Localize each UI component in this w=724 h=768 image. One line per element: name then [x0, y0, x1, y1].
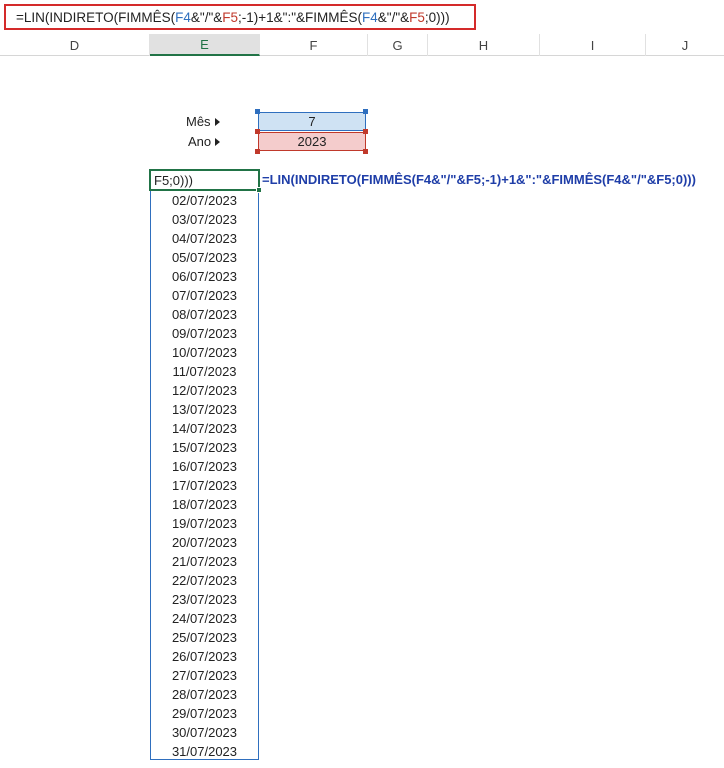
formula-ref-f4: F4: [175, 9, 191, 25]
date-cell[interactable]: 16/07/2023: [150, 457, 259, 476]
formula-part: &"/"&: [377, 9, 410, 25]
column-header-e[interactable]: E: [150, 34, 260, 56]
date-cell[interactable]: 15/07/2023: [150, 438, 259, 457]
date-cell[interactable]: 05/07/2023: [150, 248, 259, 267]
date-cell[interactable]: 23/07/2023: [150, 590, 259, 609]
column-header-d[interactable]: D: [0, 34, 150, 56]
formula-input[interactable]: =LIN(INDIRETO(FIMMÊS(F4 &"/"& F5 ;-1)+1&":"…: [4, 4, 476, 30]
year-label-text: Ano: [188, 134, 212, 149]
range-handle-icon[interactable]: [363, 129, 368, 134]
formula-part: =LIN(INDIRETO(FIMMÊS(: [16, 9, 176, 25]
date-cell[interactable]: 12/07/2023: [150, 381, 259, 400]
formula-annotation: =LIN(INDIRETO(FIMMÊS(F4&"/"&F5;-1)+1&":"…: [262, 172, 696, 187]
column-header-row: D E F G H I J: [0, 34, 724, 56]
worksheet-grid[interactable]: Mês Ano 7 2023 F5;0))) =LIN(INDIRETO(FIM…: [0, 56, 724, 768]
date-cell[interactable]: 21/07/2023: [150, 552, 259, 571]
date-cell[interactable]: 29/07/2023: [150, 704, 259, 723]
date-cell[interactable]: 25/07/2023: [150, 628, 259, 647]
date-cell[interactable]: 06/07/2023: [150, 267, 259, 286]
column-header-f[interactable]: F: [260, 34, 368, 56]
column-header-j[interactable]: J: [646, 34, 724, 56]
formula-part: ;-1)+1&":"&FIMMÊS(: [238, 9, 363, 25]
date-cell[interactable]: 18/07/2023: [150, 495, 259, 514]
date-cell[interactable]: 31/07/2023: [150, 742, 259, 761]
date-cell[interactable]: 08/07/2023: [150, 305, 259, 324]
date-cell[interactable]: 10/07/2023: [150, 343, 259, 362]
triangle-right-icon: [214, 117, 220, 126]
range-handle-icon[interactable]: [255, 109, 260, 114]
date-cell[interactable]: 14/07/2023: [150, 419, 259, 438]
date-cell[interactable]: 24/07/2023: [150, 609, 259, 628]
range-handle-icon[interactable]: [363, 149, 368, 154]
month-label-text: Mês: [186, 114, 211, 129]
date-cell[interactable]: 03/07/2023: [150, 210, 259, 229]
date-cell[interactable]: 27/07/2023: [150, 666, 259, 685]
formula-part: &"/"&: [190, 9, 223, 25]
formula-ref-f5: F5: [409, 9, 425, 25]
range-handle-icon[interactable]: [255, 129, 260, 134]
date-spill-list: 02/07/2023 03/07/2023 04/07/2023 05/07/2023…: [150, 191, 259, 761]
date-cell[interactable]: 26/07/2023: [150, 647, 259, 666]
date-cell[interactable]: 04/07/2023: [150, 229, 259, 248]
year-label: Ano: [188, 134, 221, 149]
triangle-right-icon: [215, 137, 221, 146]
month-label: Mês: [186, 114, 220, 129]
formula-ref-f5: F5: [222, 9, 239, 25]
date-cell[interactable]: 30/07/2023: [150, 723, 259, 742]
date-cell[interactable]: 07/07/2023: [150, 286, 259, 305]
date-cell[interactable]: 09/07/2023: [150, 324, 259, 343]
formula-bar: =LIN(INDIRETO(FIMMÊS(F4 &"/"& F5 ;-1)+1&":"…: [0, 0, 724, 34]
column-header-g[interactable]: G: [368, 34, 428, 56]
date-cell[interactable]: 28/07/2023: [150, 685, 259, 704]
date-cell[interactable]: 17/07/2023: [150, 476, 259, 495]
range-handle-icon[interactable]: [255, 149, 260, 154]
year-cell-f5[interactable]: 2023: [258, 132, 366, 151]
active-cell-e7[interactable]: F5;0))): [149, 169, 260, 191]
date-cell[interactable]: 19/07/2023: [150, 514, 259, 533]
formula-part: ;0))): [424, 9, 450, 25]
column-header-i[interactable]: I: [540, 34, 646, 56]
formula-ref-f4: F4: [362, 9, 378, 25]
date-cell[interactable]: 20/07/2023: [150, 533, 259, 552]
month-cell-f4[interactable]: 7: [258, 112, 366, 131]
date-cell[interactable]: 22/07/2023: [150, 571, 259, 590]
range-handle-icon[interactable]: [363, 109, 368, 114]
date-cell[interactable]: 02/07/2023: [150, 191, 259, 210]
date-cell[interactable]: 13/07/2023: [150, 400, 259, 419]
date-cell[interactable]: 11/07/2023: [150, 362, 259, 381]
column-header-h[interactable]: H: [428, 34, 540, 56]
